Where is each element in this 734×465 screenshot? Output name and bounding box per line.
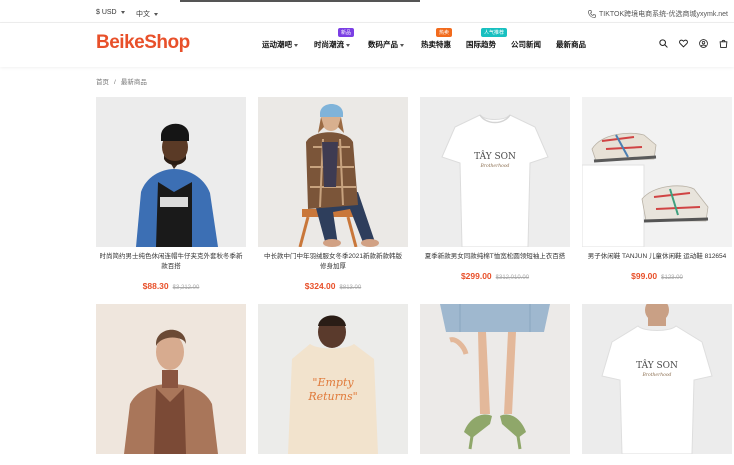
product-card[interactable] — [96, 304, 246, 459]
product-card[interactable]: "Empty Returns" — [258, 304, 408, 459]
product-prices: $299.00 $312,010.00 — [420, 266, 570, 284]
nav-item-news[interactable]: 公司新闻 — [511, 39, 541, 50]
product-price: $299.00 — [460, 271, 492, 281]
product-old-price: $3,212.00 — [172, 285, 200, 291]
product-price: $99.00 — [631, 271, 658, 281]
language-label: 中文 — [136, 11, 150, 18]
contact-text: TIKTOK跨境电商系统-优选商城yxymk.net — [599, 11, 728, 18]
logo[interactable]: BeikeShop — [96, 32, 190, 54]
product-old-price: $312,010.00 — [495, 275, 530, 281]
product-price: $88.30 — [142, 281, 169, 291]
nav-label: 运动潮吧 — [262, 40, 292, 49]
nav-label: 国际趋势 — [466, 40, 496, 49]
currency-label: $ USD — [96, 9, 117, 16]
tshirt-print-title: TÂY SON — [474, 150, 516, 162]
nav-label: 热卖特惠 — [421, 40, 451, 49]
product-prices: $99.00 $123.00 — [582, 266, 732, 284]
product-image[interactable] — [582, 97, 732, 247]
tshirt-print-subtitle: Brotherhood — [480, 163, 510, 169]
chevron-down-icon — [120, 11, 125, 14]
chevron-down-icon — [346, 44, 350, 47]
tee-print-line2: Returns" — [307, 390, 357, 403]
nav-item-sports[interactable]: 运动潮吧 — [262, 39, 298, 50]
header-icons — [659, 39, 728, 48]
product-old-price: $813.00 — [339, 285, 362, 291]
product-image[interactable] — [420, 304, 570, 454]
breadcrumb-current: 最新商品 — [120, 79, 147, 86]
nav-badge-popular: 人气推荐 — [481, 28, 508, 37]
currency-selector[interactable]: $ USD — [96, 9, 125, 16]
product-prices: $324.00 $813.00 — [258, 276, 408, 294]
nav-item-international[interactable]: 人气推荐 国际趋势 — [466, 28, 508, 50]
nav-badge-hot: 热卖 — [436, 28, 453, 37]
phone-icon — [588, 10, 596, 18]
product-card[interactable] — [420, 304, 570, 459]
chevron-down-icon — [154, 12, 158, 16]
product-card[interactable]: TÂY SON Brotherhood — [582, 304, 732, 459]
chevron-down-icon — [400, 44, 404, 47]
product-name[interactable]: 夏季新款男女同款纯棉T恤宽松圆领短袖上衣百搭 — [420, 252, 570, 262]
cart-icon[interactable] — [719, 39, 728, 48]
product-name[interactable]: 中长款中门中年羽绒服女冬季2021新款新款韩版修身加厚 — [258, 252, 408, 272]
product-card[interactable]: TÂY SON Brotherhood 夏季新款男女同款纯棉T恤宽松圆领短袖上衣… — [420, 97, 570, 284]
tee-print-line1: "Empty — [312, 376, 354, 389]
product-image[interactable] — [258, 97, 408, 247]
logo-initial: B — [96, 32, 110, 53]
logo-text: eikeShop — [109, 32, 190, 53]
nav-item-hot-deals[interactable]: 热卖 热卖特惠 — [421, 28, 453, 50]
product-image[interactable] — [96, 304, 246, 454]
product-card[interactable]: 男子休闲鞋 TANJUN 儿童休闲鞋 运动鞋 812654 $99.00 $123… — [582, 97, 732, 284]
nav-item-digital[interactable]: 数码产品 — [368, 39, 404, 50]
heart-icon[interactable] — [679, 39, 688, 48]
top-bar: $ USD 中文 TIKTOK跨境电商系统-优选商城yxymk.net — [0, 4, 734, 23]
breadcrumb: 首页 / 最新商品 — [96, 76, 147, 86]
product-image[interactable]: "Empty Returns" — [258, 304, 408, 454]
nav-label: 最新商品 — [556, 40, 586, 49]
search-icon[interactable] — [659, 39, 668, 48]
product-image[interactable]: TÂY SON Brotherhood — [582, 304, 732, 454]
nav-label: 公司新闻 — [511, 40, 541, 49]
nav-label: 数码产品 — [368, 40, 398, 49]
nav-label: 时尚潮流 — [314, 40, 344, 49]
main-header: BeikeShop 运动潮吧 新品 时尚潮流 数码产品 热卖 热卖特惠 人气推荐… — [0, 23, 734, 67]
product-prices: $88.30 $3,212.00 — [96, 276, 246, 294]
nav-item-latest[interactable]: 最新商品 — [556, 39, 586, 50]
breadcrumb-home[interactable]: 首页 — [96, 79, 109, 86]
product-price: $324.00 — [304, 281, 336, 291]
nav-item-fashion[interactable]: 新品 时尚潮流 — [314, 28, 355, 50]
product-card[interactable]: 时尚简约男士纯色休闲连帽牛仔夹克外套秋冬季新款百搭 $88.30 $3,212.0… — [96, 97, 246, 294]
tshirt-print-title: TÂY SON — [636, 359, 678, 371]
contact-info[interactable]: TIKTOK跨境电商系统-优选商城yxymk.net — [588, 9, 728, 19]
product-image[interactable]: TÂY SON Brotherhood — [420, 97, 570, 247]
product-name[interactable]: 男子休闲鞋 TANJUN 儿童休闲鞋 运动鞋 812654 — [582, 252, 732, 262]
nav-badge-new: 新品 — [338, 28, 355, 37]
top-strip-bar — [180, 0, 420, 2]
user-icon[interactable] — [699, 39, 708, 48]
tshirt-print-subtitle: Brotherhood — [642, 372, 672, 378]
product-image[interactable] — [96, 97, 246, 247]
product-name[interactable]: 时尚简约男士纯色休闲连帽牛仔夹克外套秋冬季新款百搭 — [96, 252, 246, 272]
language-selector[interactable]: 中文 — [136, 9, 158, 19]
product-card[interactable]: 中长款中门中年羽绒服女冬季2021新款新款韩版修身加厚 $324.00 $813.… — [258, 97, 408, 294]
product-old-price: $123.00 — [661, 275, 683, 281]
breadcrumb-separator: / — [114, 79, 116, 86]
chevron-down-icon — [294, 44, 298, 47]
